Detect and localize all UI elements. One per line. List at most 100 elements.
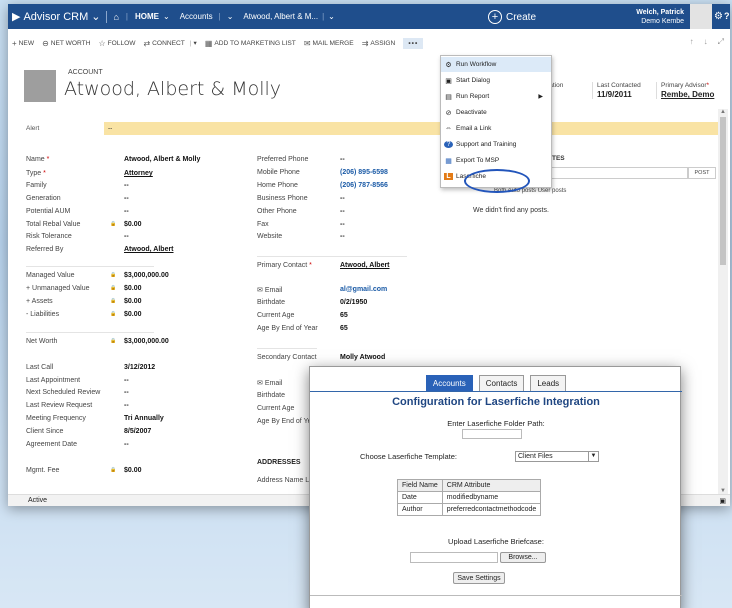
- user-avatar[interactable]: [690, 4, 712, 29]
- field-value[interactable]: --: [124, 182, 129, 189]
- connect-button[interactable]: ⇄ CONNECT | ▾: [143, 39, 196, 48]
- field-value[interactable]: --: [340, 195, 345, 202]
- menu-deactivate[interactable]: ⊘ Deactivate: [441, 105, 551, 120]
- arrow-down-icon[interactable]: ↓: [704, 37, 708, 47]
- account-avatar-icon[interactable]: [24, 70, 56, 102]
- star-icon: ☆: [98, 38, 106, 48]
- field-value[interactable]: Atwood, Albert: [124, 246, 174, 253]
- table-row: Author preferredcontactmethodcode: [397, 503, 542, 516]
- field-label: Birthdate: [257, 299, 286, 306]
- arrow-up-icon[interactable]: ↑: [690, 37, 694, 47]
- nav-accounts[interactable]: Accounts: [180, 12, 213, 21]
- field-value[interactable]: Tri Annually: [124, 415, 164, 422]
- gear-icon[interactable]: ⚙: [714, 11, 723, 22]
- field-label: Managed Value: [26, 272, 75, 279]
- app-title[interactable]: ▶ Advisor CRM ⌄: [8, 10, 100, 24]
- help-icon[interactable]: ?: [724, 11, 730, 21]
- field-label: Referred By: [26, 246, 64, 253]
- laserfiche-config-dialog: Accounts Contacts Leads Configuration fo…: [309, 366, 682, 608]
- tab-contacts[interactable]: Contacts: [478, 375, 525, 391]
- new-button[interactable]: + NEW: [12, 39, 34, 48]
- field-value[interactable]: (206) 787-8566: [340, 182, 388, 189]
- follow-button[interactable]: ☆ FOLLOW: [98, 39, 135, 48]
- field-value[interactable]: Atwood, Albert & Molly: [124, 156, 200, 163]
- nav-record[interactable]: Atwood, Albert & M...: [243, 12, 318, 21]
- add-to-marketing-list-button[interactable]: ▦ ADD TO MARKETING LIST: [205, 39, 296, 48]
- nav-home[interactable]: HOME: [135, 12, 159, 21]
- field-value[interactable]: --: [124, 195, 129, 202]
- menu-run-workflow[interactable]: ⚙ Run Workflow: [441, 57, 551, 72]
- field-value[interactable]: --: [124, 377, 129, 384]
- record-title: Atwood, Albert & Molly: [64, 78, 282, 100]
- field-value[interactable]: $3,000,000.00: [124, 272, 169, 279]
- expand-icon[interactable]: ⤢: [718, 37, 724, 47]
- header-last-contacted: Last Contacted 11/9/2011: [592, 82, 641, 99]
- field-value[interactable]: Attorney: [124, 170, 153, 177]
- field-value[interactable]: $0.00: [124, 285, 142, 292]
- net-worth-button[interactable]: ⊖ NET WORTH: [42, 39, 90, 48]
- home-icon[interactable]: ⌂: [113, 12, 118, 22]
- menu-run-report[interactable]: ▤ Run Report ▶: [441, 89, 551, 104]
- mail-merge-button[interactable]: ✉ MAIL MERGE: [304, 39, 354, 48]
- table-row: Date modifiedbyname: [397, 491, 542, 504]
- create-button[interactable]: + Create: [488, 10, 536, 24]
- field-value[interactable]: --: [124, 402, 129, 409]
- save-icon[interactable]: ▣: [719, 497, 726, 505]
- post-input[interactable]: [538, 167, 688, 179]
- menu-export-msp[interactable]: ▦ Export To MSP: [441, 153, 551, 168]
- save-settings-button[interactable]: Save Settings: [453, 572, 505, 584]
- browse-button[interactable]: Browse...: [500, 552, 546, 563]
- chevron-down-icon: ▼: [588, 452, 598, 461]
- lock-icon: 🔒: [110, 338, 117, 344]
- vertical-scrollbar[interactable]: ▲ ▼: [718, 109, 728, 494]
- folder-path-input[interactable]: [462, 429, 522, 439]
- field-value[interactable]: --: [124, 208, 129, 215]
- field-value[interactable]: $0.00: [124, 221, 142, 228]
- tab-leads[interactable]: Leads: [530, 375, 567, 391]
- field-value[interactable]: $0.00: [124, 311, 142, 318]
- briefcase-file-input[interactable]: [410, 552, 498, 563]
- field-value[interactable]: 8/5/2007: [124, 428, 151, 435]
- more-commands-button[interactable]: •••: [403, 37, 424, 49]
- field-label: Home Phone: [257, 182, 298, 189]
- field-value[interactable]: 0/2/1950: [340, 299, 367, 306]
- field-value[interactable]: $3,000,000.00: [124, 338, 169, 345]
- field-value[interactable]: --: [124, 441, 129, 448]
- field-label: Last Review Request: [26, 402, 93, 409]
- post-button[interactable]: POST: [688, 167, 716, 179]
- field-value[interactable]: --: [340, 208, 345, 215]
- field-value[interactable]: $0.00: [124, 467, 142, 474]
- tab-accounts[interactable]: Accounts: [425, 375, 473, 391]
- field-value[interactable]: Molly Atwood: [340, 354, 385, 361]
- field-value[interactable]: (206) 895-6598: [340, 169, 388, 176]
- field-value[interactable]: 3/12/2012: [124, 364, 155, 371]
- field-value[interactable]: --: [124, 389, 129, 396]
- field-label: Name *: [26, 156, 50, 163]
- field-value[interactable]: $0.00: [124, 298, 142, 305]
- menu-start-dialog[interactable]: ▣ Start Dialog: [441, 73, 551, 88]
- entity-label: ACCOUNT: [68, 69, 103, 76]
- workflow-icon: ⚙: [445, 61, 452, 69]
- field-value[interactable]: --: [340, 233, 345, 240]
- field-value[interactable]: --: [340, 156, 345, 163]
- field-value[interactable]: 65: [340, 325, 348, 332]
- field-value[interactable]: al@gmail.com: [340, 286, 387, 293]
- template-select[interactable]: Client Files ▼: [515, 451, 599, 462]
- chevron-down-icon[interactable]: ⌄: [328, 12, 335, 21]
- field-mapping-table: Field Name CRM Attribute Date modifiedbyna…: [397, 479, 542, 516]
- chevron-down-icon[interactable]: ⌄: [227, 12, 234, 21]
- alert-field[interactable]: --: [104, 122, 718, 135]
- user-info[interactable]: Welch, Patrick Demo Kembe: [612, 8, 684, 26]
- scroll-thumb[interactable]: [720, 117, 726, 265]
- field-value[interactable]: --: [340, 221, 345, 228]
- menu-support-training[interactable]: ? Support and Training: [441, 137, 551, 152]
- scroll-up-icon[interactable]: ▲: [720, 109, 726, 115]
- field-label: Current Age: [257, 405, 295, 412]
- field-value[interactable]: 65: [340, 312, 348, 319]
- field-label: Generation: [26, 195, 61, 202]
- assign-button[interactable]: ⇉ ASSIGN: [362, 39, 396, 48]
- field-label: Last Appointment: [26, 377, 81, 384]
- field-value[interactable]: Atwood, Albert: [340, 262, 390, 269]
- field-value[interactable]: --: [124, 233, 129, 240]
- menu-email-link[interactable]: ⇔ Email a Link: [441, 121, 551, 136]
